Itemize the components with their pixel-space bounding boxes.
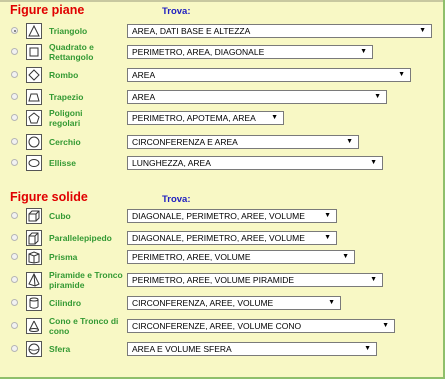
select-trapezio[interactable]: AREA ▼	[127, 90, 387, 104]
chevron-down-icon: ▼	[398, 71, 405, 78]
label-ellisse: Ellisse	[49, 158, 76, 168]
ellipse-icon	[26, 155, 42, 171]
label-prisma: Prisma	[49, 252, 78, 262]
chevron-down-icon: ▼	[342, 253, 349, 260]
solid-row-cubo: Cubo DIAGONALE, PERIMETRO, AREE, VOLUME ▼	[0, 205, 440, 227]
label-cono: Cono e Tronco di cono	[49, 316, 119, 336]
label-piramide: Piramide e Tronco piramide	[49, 270, 123, 290]
solid-figures-title: Figure solide	[10, 190, 88, 204]
radio-parallelepipedo[interactable]	[11, 234, 18, 241]
select-triangolo[interactable]: AREA, DATI BASE E ALTEZZA ▼	[127, 24, 432, 38]
top-border	[0, 0, 445, 2]
select-poligoni[interactable]: PERIMETRO, APOTEMA, AREA ▼	[127, 111, 284, 125]
plane-row-cerchio: Cerchio CIRCONFERENZA E AREA ▼	[0, 131, 440, 153]
select-cubo[interactable]: DIAGONALE, PERIMETRO, AREE, VOLUME ▼	[127, 209, 337, 223]
plane-row-poligoni: Poligoni regolari PERIMETRO, APOTEMA, AR…	[0, 107, 440, 129]
select-cerchio[interactable]: CIRCONFERENZA E AREA ▼	[127, 135, 359, 149]
plane-figures-title: Figure piane	[10, 3, 85, 17]
cylinder-icon	[26, 295, 42, 311]
radio-cono[interactable]	[11, 322, 18, 329]
chevron-down-icon: ▼	[419, 27, 426, 34]
triangle-icon	[26, 23, 42, 39]
cuboid-icon	[26, 230, 42, 246]
chevron-down-icon: ▼	[271, 114, 278, 121]
radio-prisma[interactable]	[11, 253, 18, 260]
select-rombo[interactable]: AREA ▼	[127, 68, 411, 82]
label-triangolo: Triangolo	[49, 26, 88, 36]
pyramid-icon	[26, 272, 42, 288]
circle-icon	[26, 134, 42, 150]
rhombus-icon	[26, 67, 42, 83]
solid-row-sfera: Sfera AREA E VOLUME SFERA ▼	[0, 338, 440, 360]
solid-row-piramide: Piramide e Tronco piramide PERIMETRO, AR…	[0, 269, 440, 291]
plane-row-ellisse: Ellisse LUNGHEZZA, AREA ▼	[0, 152, 440, 174]
chevron-down-icon: ▼	[364, 345, 371, 352]
trapezoid-icon	[26, 89, 42, 105]
radio-sfera[interactable]	[11, 345, 18, 352]
radio-rombo[interactable]	[11, 71, 18, 78]
prism-icon	[26, 249, 42, 265]
plane-row-quadrato: Quadrato e Rettangolo PERIMETRO, AREA, D…	[0, 41, 440, 63]
chevron-down-icon: ▼	[346, 138, 353, 145]
radio-piramide[interactable]	[11, 276, 18, 283]
cube-icon	[26, 208, 42, 224]
select-parallelepipedo[interactable]: DIAGONALE, PERIMETRO, AREE, VOLUME ▼	[127, 231, 337, 245]
solid-row-cono: Cono e Tronco di cono CIRCONFERENZE, ARE…	[0, 315, 440, 337]
solid-row-cilindro: Cilindro CIRCONFERENZA, AREE, VOLUME ▼	[0, 292, 440, 314]
select-cono[interactable]: CIRCONFERENZE, AREE, VOLUME CONO ▼	[127, 319, 395, 333]
plane-row-rombo: Rombo AREA ▼	[0, 64, 440, 86]
label-cilindro: Cilindro	[49, 298, 82, 308]
sphere-icon	[26, 341, 42, 357]
radio-ellisse[interactable]	[11, 159, 18, 166]
label-parallelepipedo: Parallelepipedo	[49, 233, 112, 243]
chevron-down-icon: ▼	[360, 48, 367, 55]
label-poligoni: Poligoni regolari	[49, 108, 83, 128]
label-rombo: Rombo	[49, 70, 79, 80]
label-cubo: Cubo	[49, 211, 71, 221]
select-prisma[interactable]: PERIMETRO, AREE, VOLUME ▼	[127, 250, 355, 264]
label-trapezio: Trapezio	[49, 92, 84, 102]
label-cerchio: Cerchio	[49, 137, 81, 147]
solid-trova-label: Trova:	[162, 194, 191, 205]
chevron-down-icon: ▼	[374, 93, 381, 100]
select-cilindro[interactable]: CIRCONFERENZA, AREE, VOLUME ▼	[127, 296, 341, 310]
chevron-down-icon: ▼	[370, 159, 377, 166]
chevron-down-icon: ▼	[370, 276, 377, 283]
select-ellisse[interactable]: LUNGHEZZA, AREA ▼	[127, 156, 383, 170]
radio-cerchio[interactable]	[11, 138, 18, 145]
chevron-down-icon: ▼	[328, 299, 335, 306]
radio-poligoni[interactable]	[11, 114, 18, 121]
plane-trova-label: Trova:	[162, 6, 191, 17]
plane-row-trapezio: Trapezio AREA ▼	[0, 86, 440, 108]
square-icon	[26, 44, 42, 60]
radio-cubo[interactable]	[11, 212, 18, 219]
select-sfera[interactable]: AREA E VOLUME SFERA ▼	[127, 342, 377, 356]
chevron-down-icon: ▼	[324, 212, 331, 219]
radio-trapezio[interactable]	[11, 93, 18, 100]
plane-row-triangolo: Triangolo AREA, DATI BASE E ALTEZZA ▼	[0, 20, 440, 42]
label-sfera: Sfera	[49, 344, 71, 354]
pentagon-icon	[26, 110, 42, 126]
label-quadrato: Quadrato e Rettangolo	[49, 42, 94, 62]
select-piramide[interactable]: PERIMETRO, AREE, VOLUME PIRAMIDE ▼	[127, 273, 383, 287]
radio-quadrato[interactable]	[11, 48, 18, 55]
chevron-down-icon: ▼	[324, 234, 331, 241]
radio-triangolo[interactable]	[11, 27, 18, 34]
cone-icon	[26, 318, 42, 334]
select-quadrato[interactable]: PERIMETRO, AREA, DIAGONALE ▼	[127, 45, 373, 59]
radio-cilindro[interactable]	[11, 299, 18, 306]
solid-row-prisma: Prisma PERIMETRO, AREE, VOLUME ▼	[0, 246, 440, 268]
chevron-down-icon: ▼	[382, 322, 389, 329]
